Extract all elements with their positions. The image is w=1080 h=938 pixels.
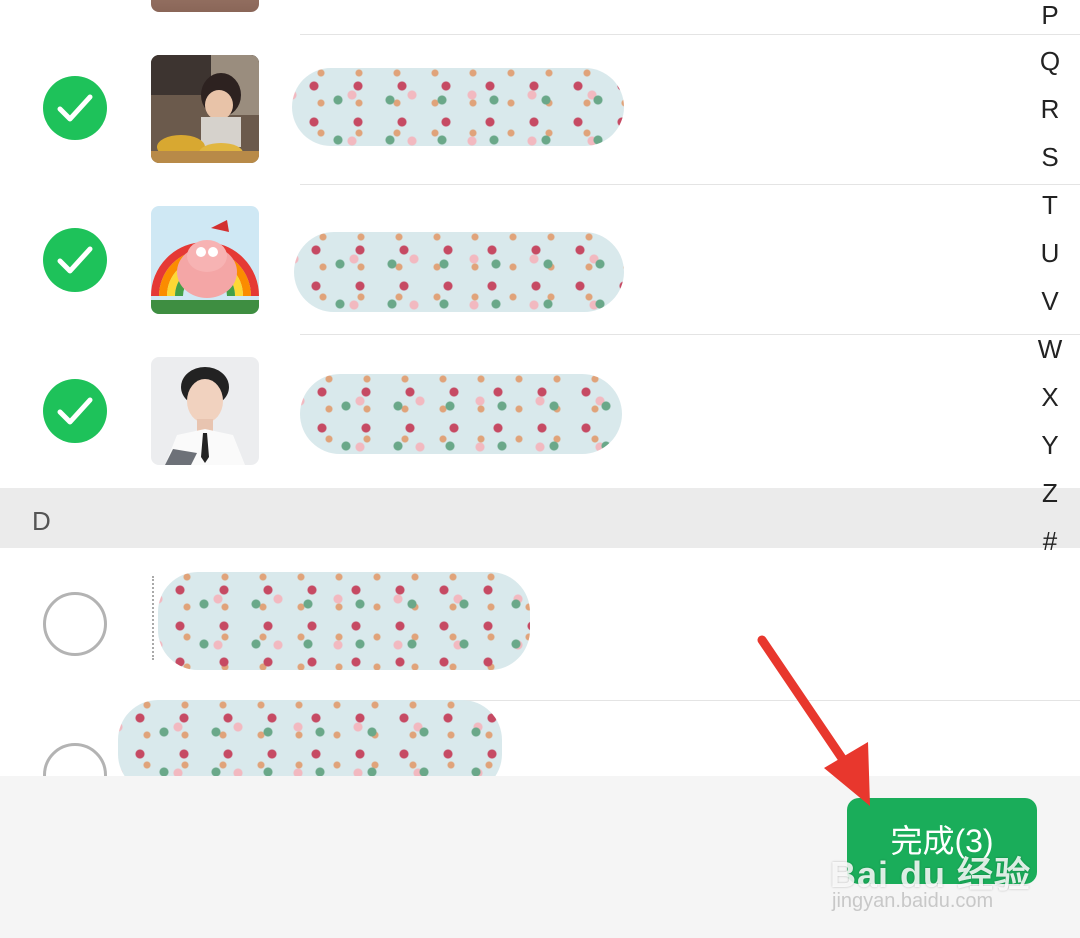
- redacted-name: [294, 232, 624, 312]
- index-letter-v[interactable]: V: [1030, 286, 1070, 317]
- index-letter-p[interactable]: P: [1030, 0, 1070, 31]
- index-letter-z[interactable]: Z: [1030, 478, 1070, 509]
- row-divider: [300, 34, 1080, 35]
- index-letter-w[interactable]: W: [1030, 334, 1070, 365]
- selected-check-icon[interactable]: [43, 228, 107, 292]
- section-letter: D: [32, 506, 51, 536]
- index-letter-r[interactable]: R: [1030, 94, 1070, 125]
- index-letter-s[interactable]: S: [1030, 142, 1070, 173]
- index-letter-u[interactable]: U: [1030, 238, 1070, 269]
- contact-row-1[interactable]: [0, 34, 1080, 184]
- row-divider: [300, 184, 1080, 185]
- selected-check-icon[interactable]: [43, 379, 107, 443]
- avatar: [151, 206, 259, 314]
- contact-row-5[interactable]: [0, 700, 1080, 807]
- avatar: [151, 55, 259, 163]
- selected-check-icon[interactable]: [43, 76, 107, 140]
- redacted-name: [158, 572, 530, 670]
- redacted-name: [300, 374, 622, 454]
- section-header-d: D: [0, 488, 1080, 548]
- partial-avatar-top: [151, 0, 259, 12]
- avatar: [151, 357, 259, 465]
- index-letter-x[interactable]: X: [1030, 382, 1070, 413]
- contact-row-3[interactable]: [0, 334, 1080, 488]
- contact-row-2[interactable]: [0, 184, 1080, 334]
- contact-row-4[interactable]: [0, 548, 1080, 700]
- index-letter-hash[interactable]: #: [1030, 526, 1070, 557]
- red-arrow-annotation: [757, 635, 870, 806]
- index-letter-y[interactable]: Y: [1030, 430, 1070, 461]
- redacted-name: [292, 68, 624, 146]
- unselected-check-icon[interactable]: [43, 592, 107, 656]
- index-letter-t[interactable]: T: [1030, 190, 1070, 221]
- watermark-url: jingyan.baidu.com: [832, 890, 994, 912]
- row-divider: [300, 334, 1080, 335]
- index-letter-q[interactable]: Q: [1030, 46, 1070, 77]
